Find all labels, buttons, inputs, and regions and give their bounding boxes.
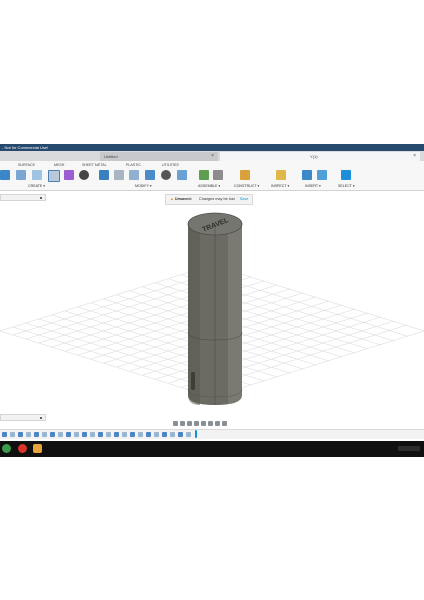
timeline-feature-icon[interactable]: [82, 432, 87, 437]
timeline-feature-icon[interactable]: [26, 432, 31, 437]
select-cursor-icon[interactable]: [341, 170, 351, 180]
new-component-icon[interactable]: [199, 170, 209, 180]
tab-label: Y(1): [310, 154, 318, 159]
create-sketch-icon[interactable]: [0, 170, 10, 180]
shell-icon[interactable]: [129, 170, 139, 180]
tab-mesh[interactable]: MESH: [54, 163, 64, 167]
box-icon[interactable]: [48, 170, 60, 182]
tab-label: Untitled: [104, 154, 118, 159]
document-tab-untitled[interactable]: Untitled ×: [100, 152, 218, 161]
timeline-step-icon[interactable]: [10, 432, 15, 437]
timeline-feature-icon[interactable]: [162, 432, 167, 437]
tab-surface[interactable]: SURFACE: [18, 163, 35, 167]
timeline-feature-icon[interactable]: [34, 432, 39, 437]
timeline-feature-icon[interactable]: [42, 432, 47, 437]
fusion-window: - Not for Commercial Use! Untitled × Y(1…: [0, 144, 424, 457]
tab-plastic[interactable]: PLASTIC: [126, 163, 141, 167]
fusion-icon[interactable]: [33, 444, 42, 453]
timeline-feature-icon[interactable]: [130, 432, 135, 437]
pan-icon[interactable]: [180, 421, 185, 426]
zoom-icon[interactable]: [194, 421, 199, 426]
timeline-feature-icon[interactable]: [170, 432, 175, 437]
viewport-canvas[interactable]: TRAVEL: [0, 204, 424, 414]
gear-icon[interactable]: [79, 170, 89, 180]
form-icon[interactable]: [64, 170, 74, 180]
document-tab-strip: Untitled × Y(1) ×: [0, 151, 424, 161]
document-tab-active[interactable]: Y(1) ×: [220, 152, 420, 161]
panel-pin-icon[interactable]: [40, 197, 42, 199]
cylinder-model: TRAVEL: [187, 212, 243, 405]
timeline-feature-icon[interactable]: [146, 432, 151, 437]
tab-utilities[interactable]: UTILITIES: [162, 163, 179, 167]
tab-sheet-metal[interactable]: SHEET METAL: [82, 163, 107, 167]
timeline-feature-icon[interactable]: [90, 432, 95, 437]
window-title: - Not for Commercial Use!: [2, 145, 49, 150]
assemble-menu[interactable]: ASSEMBLE ▾: [198, 184, 220, 188]
unsaved-message: Changes may be lost: [198, 197, 235, 201]
fillet-icon[interactable]: [114, 170, 124, 180]
display-settings-icon[interactable]: [208, 421, 213, 426]
fit-icon[interactable]: [201, 421, 206, 426]
scale-icon[interactable]: [177, 170, 187, 180]
create-menu[interactable]: CREATE ▾: [28, 184, 45, 188]
inspect-menu[interactable]: INSPECT ▾: [271, 184, 289, 188]
revolve-icon[interactable]: [32, 170, 42, 180]
warning-icon: ▲: [170, 197, 174, 201]
navigation-bar: [172, 414, 260, 426]
timeline-feature-icon[interactable]: [18, 432, 23, 437]
timeline-feature-icon[interactable]: [114, 432, 119, 437]
title-bar: - Not for Commercial Use!: [0, 144, 424, 151]
grid-settings-icon[interactable]: [215, 421, 220, 426]
viewports-icon[interactable]: [222, 421, 227, 426]
insert-menu[interactable]: INSERT ▾: [305, 184, 321, 188]
timeline-feature-icon[interactable]: [154, 432, 159, 437]
measure-icon[interactable]: [276, 170, 286, 180]
select-menu[interactable]: SELECT ▾: [338, 184, 355, 188]
modify-menu[interactable]: MODIFY ▾: [135, 184, 152, 188]
extrude-icon[interactable]: [16, 170, 26, 180]
timeline-feature-icon[interactable]: [50, 432, 55, 437]
timeline-marker[interactable]: [195, 430, 197, 438]
insert-image-icon[interactable]: [317, 170, 327, 180]
timeline-feature-icon[interactable]: [66, 432, 71, 437]
unsaved-label: Unsaved:: [174, 197, 192, 201]
app-icon[interactable]: [2, 444, 11, 453]
orbit-icon[interactable]: [173, 421, 178, 426]
ribbon-toolbar: SURFACE MESH SHEET METAL PLASTIC UTILITI…: [0, 161, 424, 191]
timeline-feature-icon[interactable]: [178, 432, 183, 437]
timeline-feature-icon[interactable]: [98, 432, 103, 437]
offset-plane-icon[interactable]: [240, 170, 250, 180]
timeline-feature-icon[interactable]: [74, 432, 79, 437]
hand-icon[interactable]: [187, 421, 192, 426]
close-icon[interactable]: ×: [211, 152, 214, 161]
comments-panel[interactable]: [0, 414, 46, 421]
timeline-feature-icon[interactable]: [138, 432, 143, 437]
save-link[interactable]: Save: [240, 197, 249, 201]
panel-pin-icon[interactable]: [40, 417, 42, 419]
insert-derive-icon[interactable]: [302, 170, 312, 180]
timeline-feature-icon[interactable]: [186, 432, 191, 437]
combine-icon[interactable]: [145, 170, 155, 180]
system-tray[interactable]: [398, 446, 420, 451]
joint-icon[interactable]: [213, 170, 223, 180]
construct-menu[interactable]: CONSTRUCT ▾: [234, 184, 259, 188]
os-taskbar: [0, 441, 424, 457]
press-pull-icon[interactable]: [99, 170, 109, 180]
timeline-feature-icon[interactable]: [106, 432, 111, 437]
timeline-feature-icon[interactable]: [58, 432, 63, 437]
timeline-bar: [0, 429, 424, 439]
close-icon[interactable]: ×: [413, 152, 416, 161]
move-icon[interactable]: [161, 170, 171, 180]
timeline-start-icon[interactable]: [2, 432, 7, 437]
browser-icon[interactable]: [18, 444, 27, 453]
timeline-feature-icon[interactable]: [122, 432, 127, 437]
browser-panel-header[interactable]: [0, 194, 46, 201]
